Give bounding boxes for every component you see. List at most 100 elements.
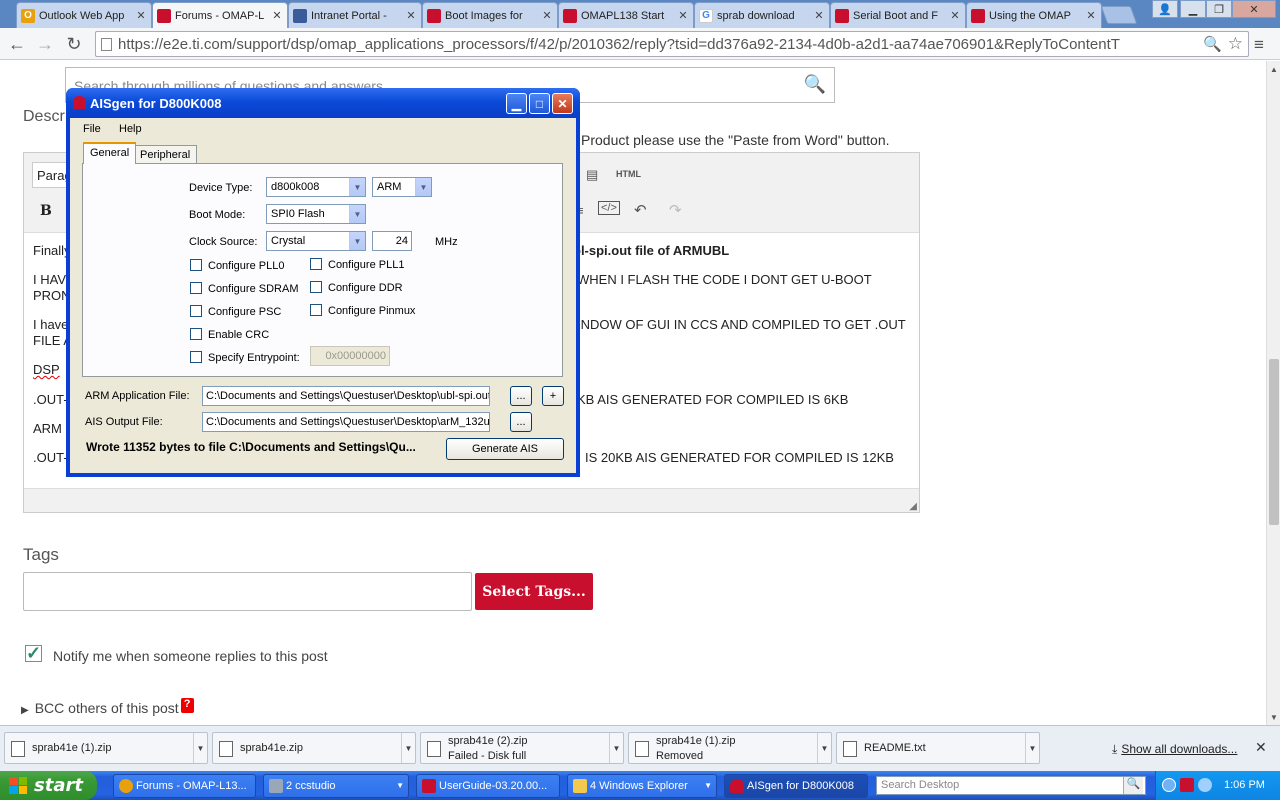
taskbar-button-forums[interactable]: Forums - OMAP-L13... [113,774,256,798]
configure-ddr-checkbox[interactable] [310,281,322,293]
forward-icon[interactable]: → [33,32,57,56]
page-scrollbar[interactable]: ▲ ▼ [1266,61,1280,725]
address-bar[interactable]: https://e2e.ti.com/support/dsp/omap_appl… [95,31,1249,57]
close-icon[interactable]: ✕ [1255,739,1267,756]
add-arm-app-button[interactable]: + [542,386,564,406]
download-item[interactable]: sprab41e (1).zip Removed ▼ [628,732,832,764]
boot-mode-select[interactable]: SPI0 Flash ▼ [266,204,366,224]
tab-title: Outlook Web App [39,9,125,22]
redo-icon[interactable]: ↷ [669,201,682,219]
zoom-icon[interactable]: 🔍 [1203,35,1222,53]
chrome-menu-icon[interactable]: ≡ [1254,35,1264,55]
browse-ais-output-button[interactable]: ... [510,412,532,432]
tags-input[interactable] [23,572,472,611]
tab-peripheral[interactable]: Peripheral [133,145,198,165]
undo-icon[interactable]: ↶ [634,201,647,219]
close-icon[interactable]: ✕ [1085,9,1097,22]
new-tab-button[interactable] [1100,6,1138,24]
download-item[interactable]: sprab41e (1).zip ▼ [4,732,208,764]
configure-pinmux-checkbox[interactable] [310,304,322,316]
enable-crc-label: Enable CRC [208,329,270,341]
chevron-down-icon: ▼ [704,781,712,790]
taskbar-button-aisgen[interactable]: AISgen for D800K008 [724,774,868,798]
generate-ais-button[interactable]: Generate AIS [446,438,564,460]
download-item[interactable]: sprab41e (2).zip Failed - Disk full ▼ [420,732,624,764]
download-item[interactable]: sprab41e.zip ▼ [212,732,416,764]
chevron-down-icon[interactable]: ▼ [401,733,415,763]
reload-icon[interactable]: ↻ [62,32,86,56]
user-icon[interactable]: 👤 [1152,0,1178,18]
close-icon[interactable]: ✕ [541,9,553,22]
chevron-down-icon[interactable]: ▼ [193,733,207,763]
bcc-toggle[interactable]: ▶ BCC others of this post? [21,698,194,719]
scroll-down-icon[interactable]: ▼ [1270,713,1278,722]
taskbar-button-ccstudio[interactable]: 2 ccstudio ▼ [263,774,409,798]
select-tags-button[interactable]: Select Tags... [475,573,593,610]
menu-file[interactable]: File [83,123,101,135]
specify-entrypoint-checkbox[interactable] [190,351,202,363]
tab-serial-boot[interactable]: Serial Boot and F ✕ [830,2,966,28]
chevron-down-icon[interactable]: ▼ [1025,733,1039,763]
html-button[interactable]: HTML [616,169,641,179]
close-icon[interactable]: ✕ [949,9,961,22]
close-window-icon[interactable]: ✕ [1232,0,1276,18]
close-icon[interactable]: ✕ [677,9,689,22]
scroll-up-icon[interactable]: ▲ [1270,65,1278,74]
scrollbar-thumb[interactable] [1269,359,1279,525]
dialog-titlebar[interactable]: AISgen for D800K008 ▁ □ ✕ [66,88,580,118]
bold-button[interactable]: B [40,203,52,219]
source-code-icon[interactable]: </> [598,201,620,215]
chevron-down-icon[interactable]: ▼ [817,733,831,763]
close-icon[interactable]: ✕ [135,9,147,22]
search-icon[interactable]: 🔍 [1123,777,1143,794]
star-icon[interactable]: ☆ [1228,34,1243,54]
download-item[interactable]: README.txt ▼ [836,732,1040,764]
taskbar-button-userguide[interactable]: UserGuide-03.20.00... [416,774,560,798]
taskbar-button-explorer[interactable]: 4 Windows Explorer ▼ [567,774,717,798]
configure-psc-checkbox[interactable] [190,305,202,317]
table-icon[interactable]: ▤ [586,167,598,183]
tab-using-omap[interactable]: Using the OMAP ✕ [966,2,1102,28]
tab-google[interactable]: G sprab download ✕ [694,2,830,28]
tab-omapl138[interactable]: OMAPL138 Start ✕ [558,2,694,28]
configure-pll0-checkbox[interactable] [190,259,202,271]
configure-pll1-checkbox[interactable] [310,258,322,270]
search-desktop-input[interactable]: Search Desktop 🔍 [876,776,1146,795]
close-icon[interactable]: ✕ [552,93,573,114]
search-icon[interactable]: 🔍 [804,74,826,95]
text-file-icon [843,741,857,757]
clock-frequency-input[interactable]: 24 [372,231,412,251]
minimize-icon[interactable]: ▁ [506,93,527,114]
close-icon[interactable]: ✕ [813,9,825,22]
tab-general[interactable]: General [83,142,137,164]
tab-outlook[interactable]: O Outlook Web App ✕ [16,2,152,28]
arm-app-file-input[interactable]: C:\Documents and Settings\Questuser\Desk… [202,386,490,406]
clock-source-select[interactable]: Crystal ▼ [266,231,366,251]
cpu-select[interactable]: ARM ▼ [372,177,432,197]
notify-checkbox[interactable]: ✓ [25,644,42,662]
tab-forums[interactable]: Forums - OMAP-L ✕ [152,2,288,28]
close-icon[interactable]: ✕ [405,9,417,22]
network-icon[interactable] [1198,778,1212,792]
maximize-icon[interactable]: □ [529,93,550,114]
restore-icon[interactable]: ❐ [1206,0,1232,18]
configure-sdram-checkbox[interactable] [190,282,202,294]
show-all-downloads-link[interactable]: ⤓ Show all downloads... [1112,742,1237,757]
resize-handle-icon[interactable]: ◢ [909,501,917,512]
tab-intranet[interactable]: Intranet Portal - ✕ [288,2,422,28]
ais-output-file-input[interactable]: C:\Documents and Settings\Questuser\Desk… [202,412,490,432]
menu-help[interactable]: Help [119,123,142,135]
enable-crc-checkbox[interactable] [190,328,202,340]
help-icon[interactable]: ? [180,698,194,713]
device-type-select[interactable]: d800k008 ▼ [266,177,366,197]
chevron-down-icon[interactable]: ▼ [609,733,623,763]
arrow-left-icon[interactable] [1162,778,1176,792]
close-icon[interactable]: ✕ [271,9,283,22]
app-tray-icon[interactable] [1180,778,1194,792]
start-button[interactable]: start [0,771,97,800]
tab-boot-images[interactable]: Boot Images for ✕ [422,2,558,28]
back-icon[interactable]: ← [5,32,29,56]
download-name: sprab41e (2).zip [448,735,528,747]
browse-arm-app-button[interactable]: ... [510,386,532,406]
minimize-icon[interactable]: ▁ [1180,0,1206,18]
